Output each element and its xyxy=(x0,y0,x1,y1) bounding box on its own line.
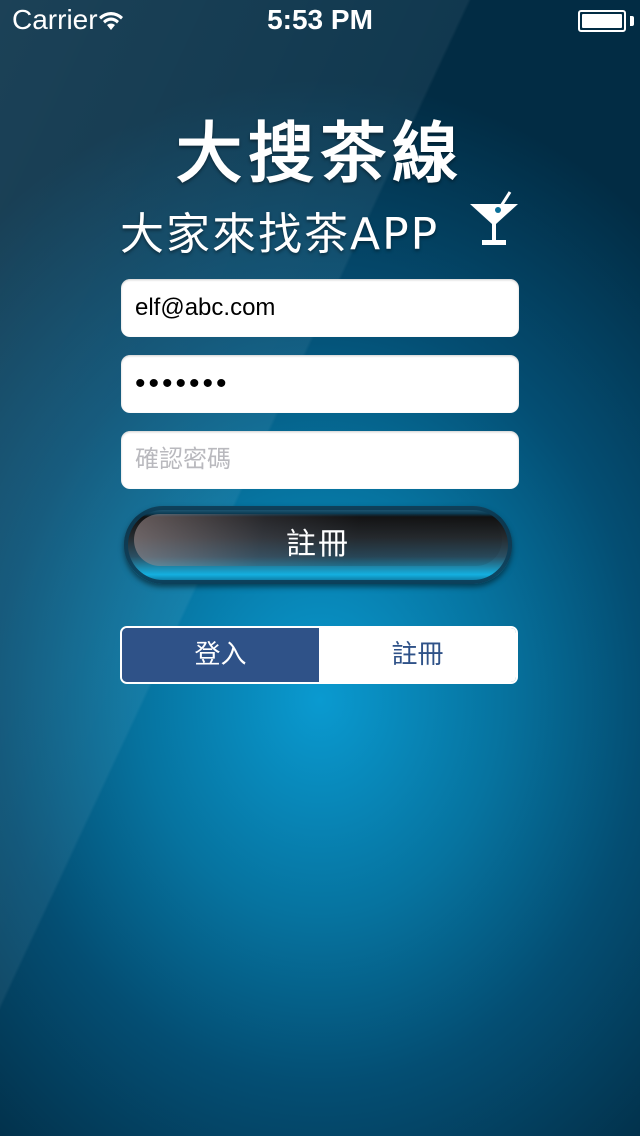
battery-icon xyxy=(578,10,626,32)
register-button-label: 註冊 xyxy=(286,527,350,562)
status-bar: Carrier 5:53 PM xyxy=(0,0,640,40)
register-button[interactable]: 註冊 xyxy=(124,506,512,584)
confirm-password-field[interactable] xyxy=(121,431,519,489)
segment-login[interactable]: 登入 xyxy=(122,628,319,682)
app-subtitle: 大家來找茶APP xyxy=(120,209,440,260)
app-title: 大搜茶線 xyxy=(176,115,464,192)
login-register-segmented-control: 登入 註冊 xyxy=(120,626,518,684)
password-field[interactable] xyxy=(121,355,519,413)
clock: 5:53 PM xyxy=(267,4,373,35)
email-field[interactable] xyxy=(121,279,519,337)
cocktail-glass-icon xyxy=(470,191,518,245)
battery-tip xyxy=(630,16,634,26)
segment-register[interactable]: 註冊 xyxy=(319,628,516,682)
